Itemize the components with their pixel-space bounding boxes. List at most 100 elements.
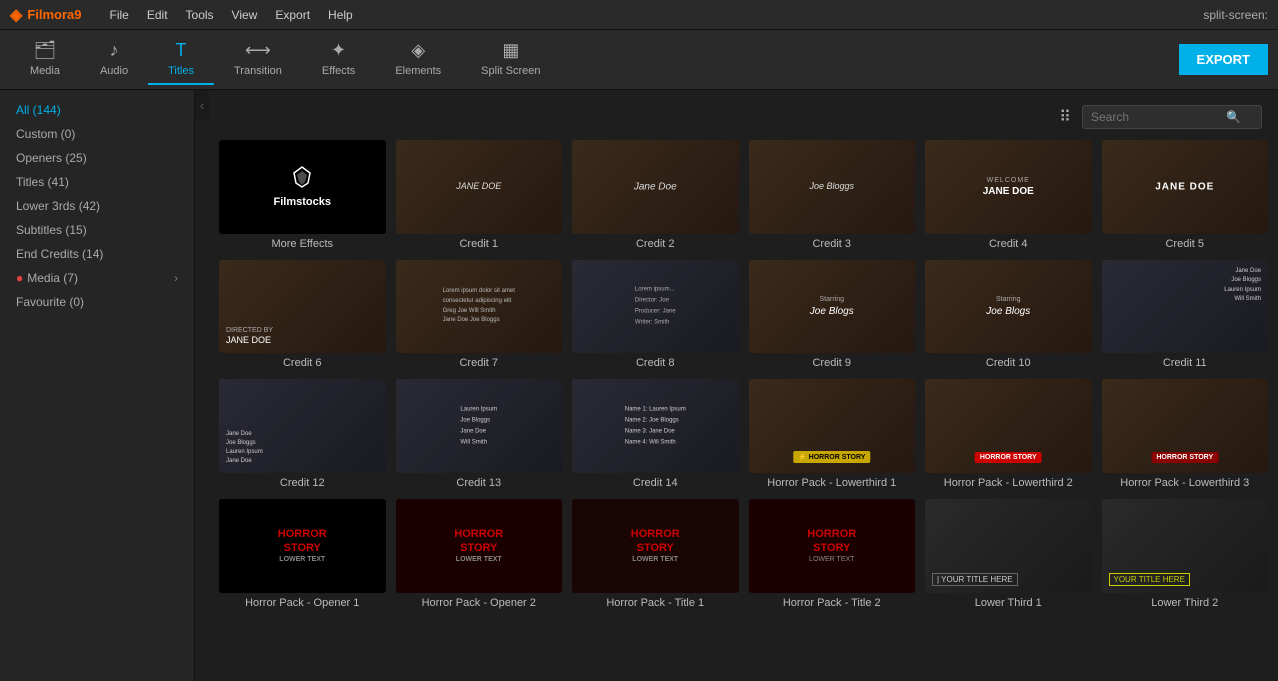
tool-audio-label: Audio (100, 65, 128, 77)
horror-opener1-thumb: HORROR STORY LOWER TEXT (219, 499, 386, 593)
more-effects-thumb: Filmstocks (219, 140, 386, 234)
menu-bar: File Edit Tools View Export Help (102, 4, 361, 26)
grid-item-more-effects[interactable]: Filmstocks More Effects (219, 140, 386, 250)
sidebar-item-lower3rds[interactable]: Lower 3rds (42) (0, 194, 194, 218)
tool-effects-label: Effects (322, 65, 355, 77)
credit5-text: JANE DOE (1153, 178, 1216, 195)
tool-titles[interactable]: T Titles (148, 34, 214, 85)
credit3-text: Joe Bloggs (807, 179, 856, 195)
app-name: Filmora9 (27, 7, 81, 22)
split-screen-label: split-screen: (1203, 8, 1268, 22)
sidebar-item-subtitles[interactable]: Subtitles (15) (0, 218, 194, 242)
menu-help[interactable]: Help (320, 4, 361, 26)
grid-item-credit1[interactable]: JANE DOE Credit 1 (396, 140, 563, 250)
grid-item-credit4[interactable]: WELCOME JANE DOE Credit 4 (925, 140, 1092, 250)
grid-item-credit11[interactable]: Jane Doe Joe Bloggs Lauren Ipsum Will Sm… (1102, 260, 1269, 370)
credit13-label: Credit 13 (396, 477, 563, 489)
credit10-label: Credit 10 (925, 357, 1092, 369)
grid-item-lower-third2[interactable]: YOUR TITLE HERE Lower Third 2 (1102, 499, 1269, 609)
tool-media[interactable]: 🗂 Media (10, 34, 80, 85)
menu-edit[interactable]: Edit (139, 4, 176, 26)
horror-badge1: ⚡ HORROR STORY (793, 451, 870, 463)
grid-item-credit9[interactable]: Starring Joe Blogs Credit 9 (749, 260, 916, 370)
grid-item-credit5[interactable]: JANE DOE Credit 5 (1102, 140, 1269, 250)
toolbar: 🗂 Media ♪ Audio T Titles ⟷ Transition ✦ … (0, 30, 1278, 90)
tool-elements[interactable]: ◈ Elements (375, 34, 461, 85)
credit2-label: Credit 2 (572, 238, 739, 250)
grid-item-credit12[interactable]: Jane Doe Joe Bloggs Lauren Ipsum Jane Do… (219, 379, 386, 489)
lower-third2-label: Lower Third 2 (1102, 597, 1269, 609)
filmstocks-text: Filmstocks (274, 196, 331, 208)
horror-opener1-label: Horror Pack - Opener 1 (219, 597, 386, 609)
grid-item-credit6[interactable]: DIRECTED BY JANE DOE Credit 6 (219, 260, 386, 370)
tool-split-screen[interactable]: ▦ Split Screen (461, 34, 560, 85)
tool-titles-label: Titles (168, 65, 194, 77)
grid-item-credit8[interactable]: Lorem ipsum... Director: Joe Producer: J… (572, 260, 739, 370)
menu-export[interactable]: Export (267, 4, 318, 26)
tool-transition[interactable]: ⟷ Transition (214, 34, 302, 85)
grid-item-horror-lower2[interactable]: HORROR STORY Horror Pack - Lowerthird 2 (925, 379, 1092, 489)
export-button[interactable]: EXPORT (1179, 44, 1268, 75)
horror-title1-text: HORROR STORY LOWER TEXT (629, 525, 682, 567)
credit11-label: Credit 11 (1102, 357, 1269, 369)
menu-tools[interactable]: Tools (178, 4, 222, 26)
credit5-thumb: JANE DOE (1102, 140, 1269, 234)
lower-third1-text: | YOUR TITLE HERE (930, 573, 1020, 587)
grid-item-credit2[interactable]: Jane Doe Credit 2 (572, 140, 739, 250)
tool-audio[interactable]: ♪ Audio (80, 34, 148, 85)
sidebar-item-all[interactable]: All (144) (0, 98, 194, 122)
credit2-thumb: Jane Doe (572, 140, 739, 234)
lower-third2-text: YOUR TITLE HERE (1107, 573, 1192, 587)
grid-item-horror-title1[interactable]: HORROR STORY LOWER TEXT Horror Pack - Ti… (572, 499, 739, 609)
sidebar-item-media[interactable]: ●Media (7) › (0, 266, 194, 290)
credit6-thumb: DIRECTED BY JANE DOE (219, 260, 386, 354)
credit1-thumb: JANE DOE (396, 140, 563, 234)
search-input[interactable] (1091, 110, 1221, 124)
credit8-thumb: Lorem ipsum... Director: Joe Producer: J… (572, 260, 739, 354)
horror-lower1-thumb: ⚡ HORROR STORY (749, 379, 916, 473)
grid-item-credit7[interactable]: Lorem ipsum dolor sit amet consectetur a… (396, 260, 563, 370)
grid-view-button[interactable]: ⠿ (1056, 104, 1074, 130)
credit12-text: Jane Doe Joe Bloggs Lauren Ipsum Jane Do… (224, 428, 265, 468)
sidebar-item-favourite[interactable]: Favourite (0) (0, 290, 194, 314)
horror-opener1-text: HORROR STORY LOWER TEXT (276, 525, 329, 567)
credit4-text: WELCOME JANE DOE (981, 174, 1036, 200)
credit8-text: Lorem ipsum... Director: Joe Producer: J… (633, 283, 678, 330)
menu-view[interactable]: View (224, 4, 266, 26)
sidebar-item-openers[interactable]: Openers (25) (0, 146, 194, 170)
credit6-text: DIRECTED BY JANE DOE (224, 324, 275, 349)
grid-item-credit14[interactable]: Name 1: Lauren Ipsum Name 2: Joe Bloggs … (572, 379, 739, 489)
menu-file[interactable]: File (102, 4, 137, 26)
credit12-label: Credit 12 (219, 477, 386, 489)
horror-opener2-text: HORROR STORY LOWER TEXT (452, 525, 505, 567)
grid-item-credit3[interactable]: Joe Bloggs Credit 3 (749, 140, 916, 250)
grid-item-credit10[interactable]: Starring Joe Blogs Credit 10 (925, 260, 1092, 370)
sidebar-item-titles[interactable]: Titles (41) (0, 170, 194, 194)
credit8-label: Credit 8 (572, 357, 739, 369)
credit9-text: Starring Joe Blogs (808, 293, 856, 319)
horror-title2-thumb: HORROR STORY LOWER TEXT (749, 499, 916, 593)
credit10-thumb: Starring Joe Blogs (925, 260, 1092, 354)
credit1-text: JANE DOE (454, 179, 503, 195)
sidebar-item-custom[interactable]: Custom (0) (0, 122, 194, 146)
grid-item-horror-opener2[interactable]: HORROR STORY LOWER TEXT Horror Pack - Op… (396, 499, 563, 609)
grid-item-horror-title2[interactable]: HORROR STORY LOWER TEXT Horror Pack - Ti… (749, 499, 916, 609)
horror-title1-thumb: HORROR STORY LOWER TEXT (572, 499, 739, 593)
credit4-thumb: WELCOME JANE DOE (925, 140, 1092, 234)
horror-lower3-label: Horror Pack - Lowerthird 3 (1102, 477, 1269, 489)
grid-item-horror-opener1[interactable]: HORROR STORY LOWER TEXT Horror Pack - Op… (219, 499, 386, 609)
grid-item-horror-lower1[interactable]: ⚡ HORROR STORY Horror Pack - Lowerthird … (749, 379, 916, 489)
credit11-text: Jane Doe Joe Bloggs Lauren Ipsum Will Sm… (1222, 265, 1263, 307)
content-grid: Filmstocks More Effects JANE DOE Credit … (219, 140, 1268, 609)
grid-item-credit13[interactable]: Lauren Ipsum Joe Bloggs Jane Doe Will Sm… (396, 379, 563, 489)
grid-item-lower-third1[interactable]: | YOUR TITLE HERE Lower Third 1 (925, 499, 1092, 609)
transition-icon: ⟷ (245, 40, 271, 61)
sidebar-item-endcredits[interactable]: End Credits (14) (0, 242, 194, 266)
logo-icon: ◈ (10, 5, 22, 25)
more-effects-label: More Effects (219, 238, 386, 250)
tool-transition-label: Transition (234, 65, 282, 77)
grid-item-horror-lower3[interactable]: HORROR STORY Horror Pack - Lowerthird 3 (1102, 379, 1269, 489)
tool-effects[interactable]: ✦ Effects (302, 34, 375, 85)
sidebar-collapse-button[interactable]: ‹ (195, 90, 209, 120)
horror-lower2-label: Horror Pack - Lowerthird 2 (925, 477, 1092, 489)
